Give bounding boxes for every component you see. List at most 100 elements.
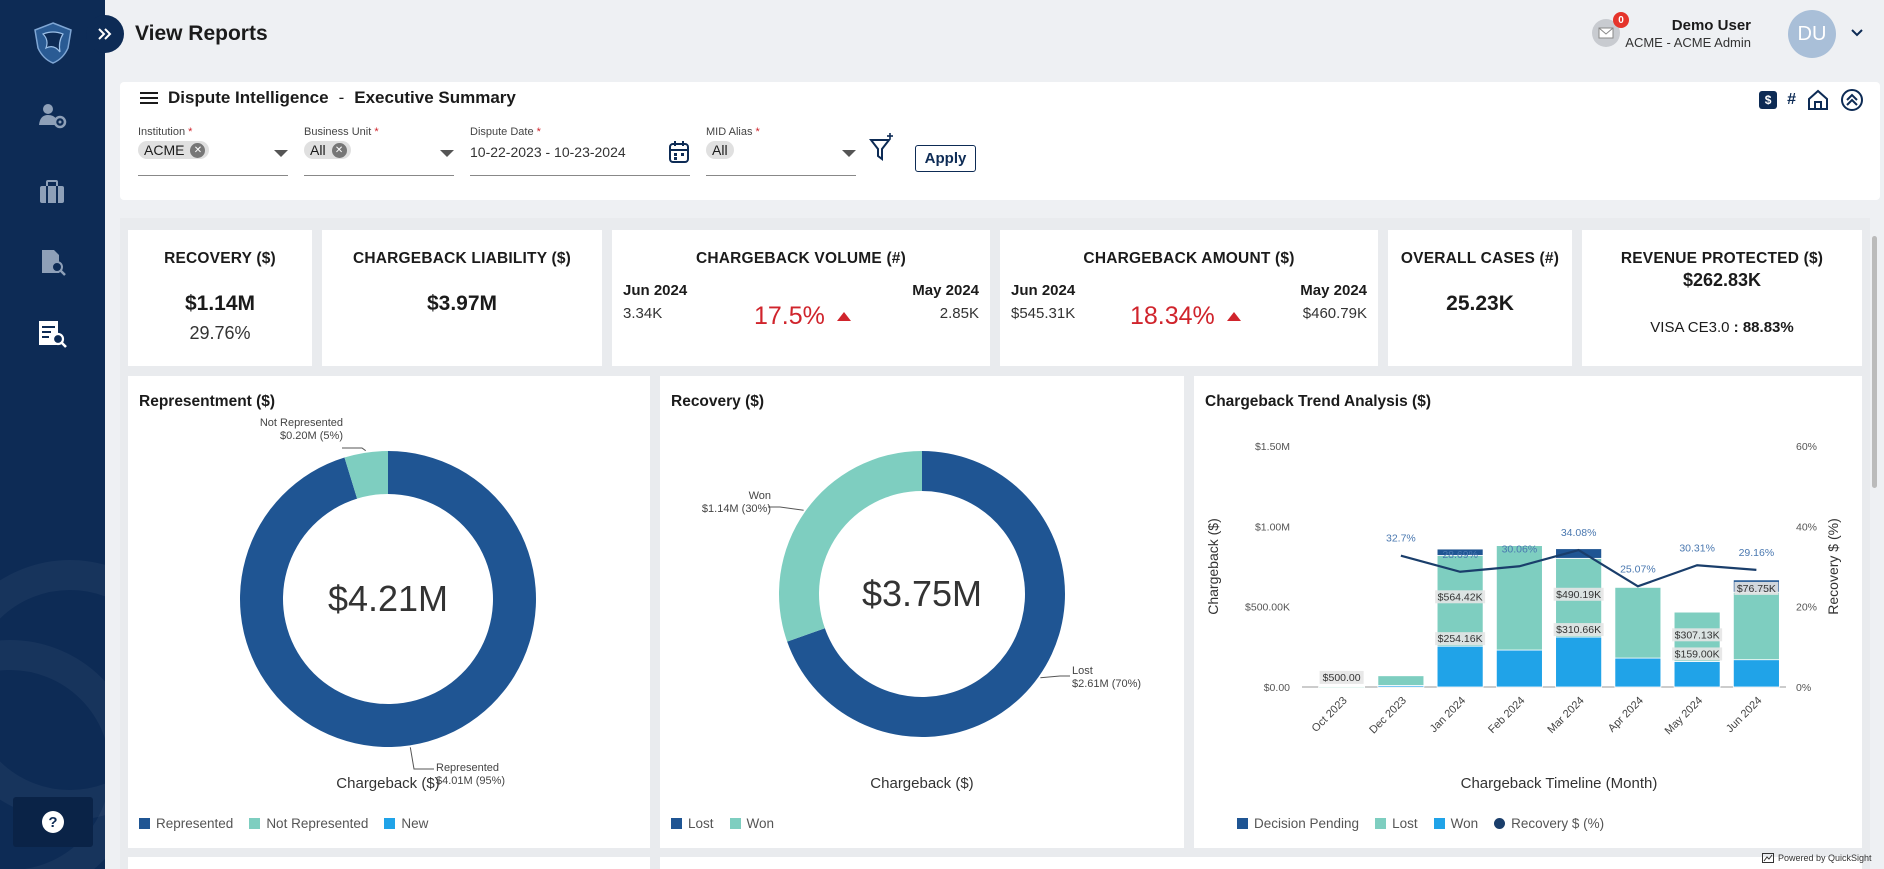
- next-card: [128, 857, 650, 869]
- breadcrumb-main: Dispute Intelligence: [168, 88, 329, 107]
- powered-by: Powered by QuickSight: [1762, 853, 1872, 863]
- y2-tick-label: 20%: [1796, 602, 1817, 614]
- mid-alias-label: MID Alias: [706, 126, 753, 138]
- donut-center-total: $4.21M: [328, 578, 448, 619]
- y2-tick-label: 40%: [1796, 521, 1817, 533]
- donut-center-total: $3.75M: [862, 573, 982, 614]
- legend-item[interactable]: Represented: [139, 816, 233, 831]
- slice-label: Won: [749, 490, 771, 502]
- line-point-label: 28.69%: [1442, 549, 1478, 561]
- kpi-recovery: RECOVERY ($) $1.14M 29.76%: [128, 230, 312, 366]
- y2-axis-title: Recovery $ (%): [1825, 518, 1841, 614]
- trend-chart-card: Chargeback Trend Analysis ($) $0.00 $500.…: [1194, 376, 1862, 848]
- mid-alias-field[interactable]: MID Alias * All: [706, 126, 856, 176]
- help-button[interactable]: ?: [13, 797, 93, 847]
- slice-value-label: $1.14M (30%): [702, 503, 771, 515]
- filter-panel: Dispute Intelligence - Executive Summary…: [120, 82, 1880, 200]
- kpi-overall-cases: OVERALL CASES (#) 25.23K: [1388, 230, 1572, 366]
- y-tick-label: $500.00K: [1245, 602, 1290, 614]
- breadcrumb: Dispute Intelligence - Executive Summary: [140, 88, 516, 108]
- expand-sidebar-button[interactable]: [86, 15, 124, 53]
- currency-toggle[interactable]: $: [1759, 91, 1778, 109]
- data-label: $307.13K: [1675, 629, 1720, 641]
- kpi-revenue-protected: REVENUE PROTECTED ($) $262.83K VISA CE3.…: [1582, 230, 1862, 366]
- chart-x-axis-title: Chargeback Timeline (Month): [1461, 775, 1658, 792]
- dispute-date-value: 10-22-2023 - 10-23-2024: [470, 144, 626, 160]
- remove-chip-icon[interactable]: ✕: [331, 142, 347, 158]
- legend-item[interactable]: Lost: [671, 816, 714, 831]
- user-name: Demo User: [1671, 17, 1751, 34]
- legend-item[interactable]: Lost: [1375, 816, 1418, 831]
- y2-tick-label: 60%: [1796, 441, 1817, 453]
- legend-item[interactable]: Won: [1433, 816, 1478, 831]
- data-label: $76.75K: [1737, 583, 1776, 595]
- page-title: View Reports: [135, 22, 268, 45]
- institution-field[interactable]: Institution * ACME ✕: [138, 126, 288, 176]
- y-tick-label: $1.00M: [1255, 521, 1290, 533]
- bar-lost: [1732, 591, 1780, 661]
- data-label: $490.19K: [1556, 589, 1601, 601]
- chevron-down-icon[interactable]: [1850, 26, 1864, 40]
- dispute-date-field[interactable]: Dispute Date * 10-22-2023 - 10-23-2024: [470, 126, 690, 176]
- bar-won: [1495, 649, 1543, 688]
- slice-value-label: $0.20M (5%): [280, 430, 343, 442]
- leader-line: [768, 506, 804, 511]
- next-card: [660, 857, 1862, 869]
- legend-item[interactable]: Not Represented: [249, 816, 368, 831]
- leader-line: [409, 747, 434, 770]
- calendar-icon[interactable]: [668, 140, 690, 164]
- breadcrumb-sub: Executive Summary: [354, 88, 516, 107]
- scrollbar[interactable]: [1872, 236, 1877, 488]
- line-point-label: 34.08%: [1561, 527, 1597, 539]
- dropdown-arrow-icon[interactable]: [440, 150, 454, 157]
- remove-chip-icon[interactable]: ✕: [190, 142, 206, 158]
- line-point-label: 30.31%: [1679, 542, 1715, 554]
- sidebar: ?: [0, 0, 105, 869]
- bar-won: [1436, 645, 1484, 688]
- mid-alias-chip: All: [706, 141, 734, 159]
- trend-up-icon: [836, 312, 851, 321]
- bar-won: [1732, 659, 1780, 688]
- bar-lost: [1318, 686, 1366, 689]
- chart-x-axis-title: Chargeback ($): [870, 775, 973, 792]
- document-search-icon[interactable]: [36, 246, 68, 278]
- chart-x-axis-title: Chargeback ($): [336, 775, 439, 792]
- legend-item[interactable]: Recovery $ (%): [1494, 816, 1604, 831]
- line-point-label: 25.07%: [1620, 563, 1656, 575]
- kpi-chargeback-liability: CHARGEBACK LIABILITY ($) $3.97M: [322, 230, 602, 366]
- legend-item[interactable]: Decision Pending: [1237, 816, 1359, 831]
- user-settings-icon[interactable]: [36, 100, 68, 132]
- app-logo-icon[interactable]: [30, 20, 76, 66]
- legend-item[interactable]: New: [384, 816, 428, 831]
- slice-value-label: $2.61M (70%): [1072, 678, 1141, 690]
- x-tick-label: May 2024: [1663, 695, 1706, 738]
- bar-lost: [1614, 586, 1662, 659]
- dropdown-arrow-icon[interactable]: [842, 150, 856, 157]
- collapse-up-icon[interactable]: [1840, 88, 1864, 112]
- slice-label: Lost: [1072, 665, 1093, 677]
- count-toggle[interactable]: #: [1787, 91, 1796, 109]
- briefcase-icon[interactable]: [36, 176, 68, 208]
- slice-label: Represented: [436, 762, 499, 774]
- x-tick-label: Oct 2023: [1310, 695, 1350, 735]
- data-label: $254.16K: [1438, 633, 1483, 645]
- home-icon[interactable]: [1806, 88, 1830, 112]
- business-unit-label: Business Unit: [304, 126, 372, 138]
- business-unit-field[interactable]: Business Unit * All ✕: [304, 126, 454, 176]
- trend-chart: $0.00 $500.00K $1.00M $1.50M 0% 20% 40% 60% Char…: [1205, 441, 1841, 792]
- menu-icon[interactable]: [140, 89, 158, 107]
- y-axis-title: Chargeback ($): [1205, 518, 1221, 615]
- institution-label: Institution: [138, 126, 186, 138]
- line-point-label: 29.16%: [1739, 547, 1775, 559]
- bar-lost: [1377, 675, 1425, 686]
- report-search-icon[interactable]: [36, 318, 68, 350]
- apply-button[interactable]: Apply: [915, 145, 976, 172]
- x-tick-label: Dec 2023: [1367, 695, 1409, 737]
- trend-up-icon: [1226, 312, 1241, 321]
- avatar[interactable]: DU: [1788, 10, 1836, 58]
- dropdown-arrow-icon[interactable]: [274, 150, 288, 157]
- filter-add-icon[interactable]: [869, 132, 895, 162]
- legend-item[interactable]: Won: [729, 816, 774, 831]
- panel-toolbar: $ #: [1759, 88, 1864, 112]
- notification-badge: 0: [1613, 12, 1629, 28]
